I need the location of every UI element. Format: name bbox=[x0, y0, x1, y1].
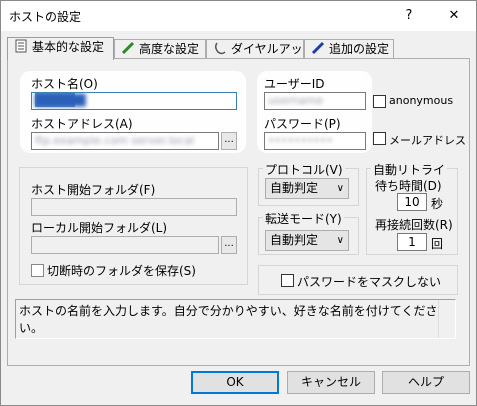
host-name-selection: ██████ bbox=[35, 93, 86, 107]
host-folder-label: ホスト開始フォルダ(F) bbox=[31, 183, 156, 197]
user-id-label: ユーザーID bbox=[264, 77, 325, 91]
host-name-label: ホスト名(O) bbox=[31, 77, 98, 91]
mail-address-label: メールアドレス bbox=[389, 134, 466, 147]
save-folder-label: 切断時のフォルダを保存(S) bbox=[47, 264, 196, 278]
chevron-down-icon: ∨ bbox=[336, 235, 344, 246]
local-folder-label: ローカル開始フォルダ(L) bbox=[31, 221, 168, 235]
user-id-value: username bbox=[268, 94, 323, 107]
ok-button[interactable]: OK bbox=[191, 371, 279, 394]
hint-text: ホストの名前を入力します。自分で分かりやすい、好きな名前を付けてください。 bbox=[19, 304, 438, 335]
protocol-select[interactable]: 自動判定 ∨ bbox=[265, 178, 349, 199]
save-folder-checkbox[interactable] bbox=[31, 264, 44, 277]
anonymous-checkbox[interactable] bbox=[373, 95, 386, 108]
wait-time-label: 待ち時間(D) bbox=[375, 179, 442, 193]
local-folder-input[interactable] bbox=[31, 236, 219, 254]
anonymous-label: anonymous bbox=[389, 94, 454, 107]
mask-password-checkbox[interactable] bbox=[281, 274, 294, 287]
mask-password-label: パスワードをマスクしない bbox=[297, 275, 442, 289]
retry-label: 自動リトライ bbox=[371, 161, 448, 178]
wait-time-input[interactable]: 10 bbox=[397, 193, 427, 211]
host-address-input[interactable]: ftp.example.com server.local bbox=[31, 132, 219, 150]
host-name-input[interactable]: ██████ bbox=[31, 92, 237, 110]
protocol-value: 自動判定 bbox=[270, 181, 319, 195]
hint-scrollbar[interactable] bbox=[438, 300, 455, 338]
protocol-label: プロトコル(V) bbox=[263, 161, 345, 178]
user-id-input[interactable]: username bbox=[264, 92, 366, 110]
hint-textbox: ホストの名前を入力します。自分で分かりやすい、好きな名前を付けてください。 bbox=[15, 299, 456, 339]
password-value: •••••••••• bbox=[268, 134, 333, 147]
transfer-label: 転送モード(Y) bbox=[263, 210, 344, 227]
chevron-down-icon: ∨ bbox=[336, 183, 344, 194]
reconnect-count-label: 再接続回数(R) bbox=[375, 218, 453, 232]
wait-time-unit: 秒 bbox=[431, 197, 444, 211]
browse-host-button[interactable]: ... bbox=[221, 132, 237, 150]
password-label: パスワード(P) bbox=[264, 117, 341, 131]
reconnect-count-input[interactable]: 1 bbox=[397, 233, 427, 251]
transfer-select[interactable]: 自動判定 ∨ bbox=[265, 230, 349, 251]
password-input[interactable]: •••••••••• bbox=[264, 132, 366, 150]
host-address-label: ホストアドレス(A) bbox=[31, 117, 133, 131]
transfer-value: 自動判定 bbox=[270, 233, 319, 247]
browse-local-button[interactable]: ... bbox=[221, 236, 237, 254]
help-button[interactable]: ヘルプ bbox=[382, 371, 470, 394]
host-folder-input[interactable] bbox=[31, 198, 237, 216]
cancel-button[interactable]: キャンセル bbox=[287, 371, 375, 394]
mail-address-checkbox[interactable] bbox=[373, 132, 386, 145]
reconnect-count-unit: 回 bbox=[431, 237, 444, 251]
dialog-window: ホストの設定 ? ✕ 基本的な設定 高度な設定 ダイヤルアップ 追加の設定 ホス… bbox=[0, 0, 477, 406]
host-address-value: ftp.example.com server.local bbox=[35, 134, 195, 147]
host-name-value: ██████ bbox=[35, 94, 86, 107]
